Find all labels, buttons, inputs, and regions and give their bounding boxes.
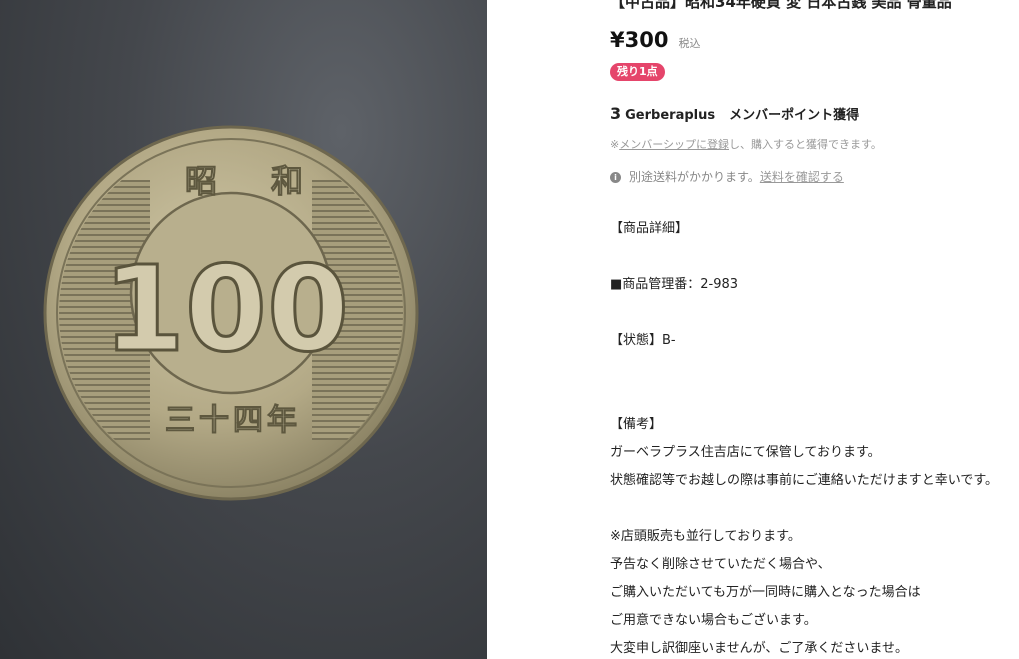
product-info-panel: 【中古品】昭和34年硬貨 変 日本古銭 美品 骨董品 ¥300 税込 残り1点 3… <box>610 0 1019 659</box>
shipping-note: i 別途送料がかかります。送料を確認する <box>610 168 844 185</box>
coin-year-text: 三十四年 <box>165 403 301 438</box>
coin-denomination: 100 <box>103 240 349 378</box>
shipping-text: 別途送料がかかります。 <box>629 170 760 184</box>
remarks-line-2: 状態確認等でお越しの際は事前にご連絡いただけますと幸いです。 <box>610 473 999 488</box>
coin-char-wa: 和 <box>271 162 303 200</box>
membership-prefix: ※ <box>610 138 620 151</box>
coin-char-sho: 昭 <box>185 162 217 200</box>
membership-suffix: し、購入すると獲得できます。 <box>729 138 882 151</box>
remarks-line-4: 予告なく削除させていただく場合や、 <box>610 557 831 572</box>
stock-badge: 残り1点 <box>610 63 665 81</box>
product-image[interactable]: 昭 和 100 三十四年 <box>0 0 487 659</box>
remarks-line-1: ガーベラプラス住吉店にて保管しております。 <box>610 445 881 460</box>
remarks-heading: 【備考】 <box>610 417 663 432</box>
membership-note: ※メンバーシップに登録し、購入すると獲得できます。 <box>610 136 882 152</box>
price-row: ¥300 税込 <box>610 28 700 52</box>
points-brand: Gerberaplus <box>625 108 716 123</box>
info-icon: i <box>610 172 621 183</box>
member-points: 3 Gerberaplus メンバーポイント獲得 <box>610 104 859 123</box>
points-text: メンバーポイント獲得 <box>729 108 860 123</box>
remarks-line-5: ご購入いただいても万が一同時に購入となった場合は <box>610 585 921 600</box>
remarks-line-6: ご用意できない場合もございます。 <box>610 613 817 628</box>
detail-heading: 【商品詳細】 <box>610 221 689 236</box>
points-value: 3 <box>610 104 622 123</box>
condition: 【状態】B- <box>610 333 676 348</box>
membership-register-link[interactable]: メンバーシップに登録 <box>619 138 729 151</box>
remarks-line-3: ※店頭販売も並行しております。 <box>610 529 801 544</box>
coin-photo: 昭 和 100 三十四年 <box>43 125 419 501</box>
shipping-check-link[interactable]: 送料を確認する <box>760 170 844 184</box>
remarks-line-7: 大変申し訳御座いませんが、ご了承くださいませ。 <box>610 641 908 656</box>
management-number: ■商品管理番：2-983 <box>610 277 739 292</box>
price-value: ¥300 <box>610 28 669 52</box>
product-title: 【中古品】昭和34年硬貨 変 日本古銭 美品 骨董品 <box>610 0 952 11</box>
tax-label: 税込 <box>678 37 701 50</box>
